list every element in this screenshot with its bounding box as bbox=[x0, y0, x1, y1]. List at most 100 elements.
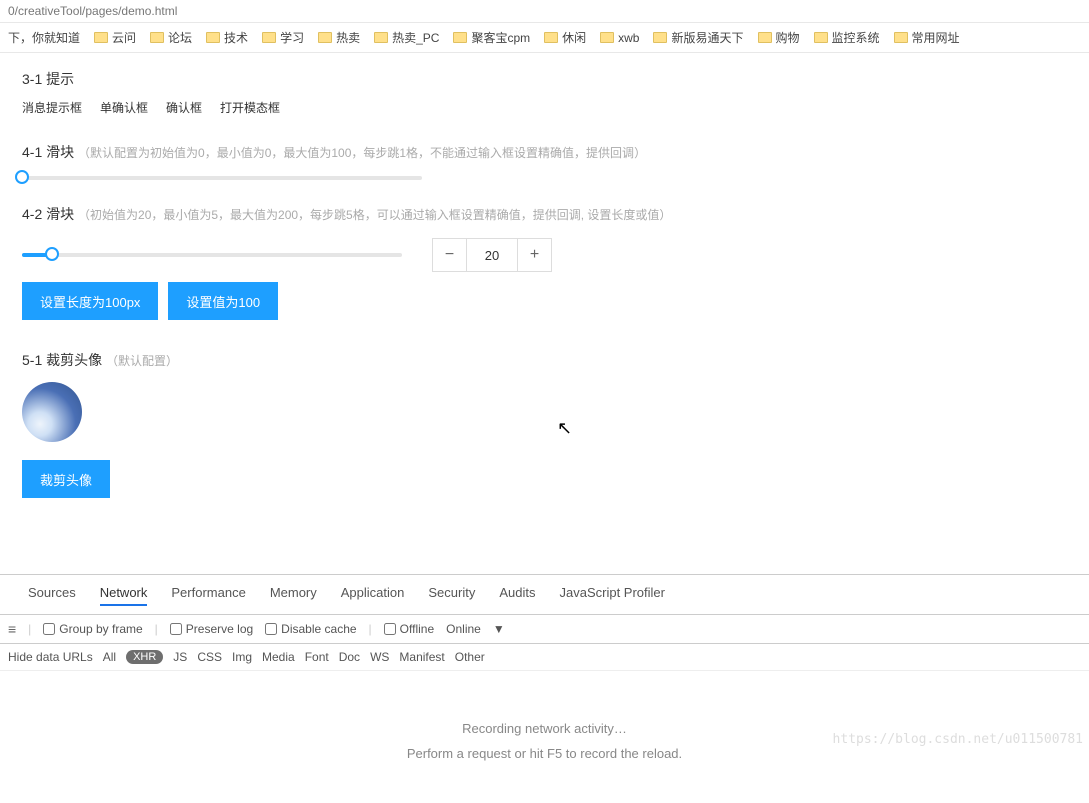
devtools-tab-application[interactable]: Application bbox=[341, 585, 405, 606]
folder-icon bbox=[453, 32, 467, 43]
bookmark-label: 热卖 bbox=[336, 29, 360, 46]
group-by-frame-checkbox[interactable]: Group by frame bbox=[43, 622, 142, 636]
folder-icon bbox=[374, 32, 388, 43]
bookmark-item[interactable]: 热卖 bbox=[318, 29, 360, 46]
devtools-tab-security[interactable]: Security bbox=[428, 585, 475, 606]
devtools-tab-sources[interactable]: Sources bbox=[28, 585, 76, 606]
offline-checkbox[interactable]: Offline bbox=[384, 622, 434, 636]
folder-icon bbox=[94, 32, 108, 43]
bookmark-label: 聚客宝cpm bbox=[471, 29, 530, 46]
title-sub: （默认配置为初始值为0，最小值为0，最大值为100，每步跳1格，不能通过输入框设… bbox=[78, 146, 646, 160]
folder-icon bbox=[894, 32, 908, 43]
avatar-preview bbox=[22, 382, 82, 442]
folder-icon bbox=[814, 32, 828, 43]
bookmark-label: 云问 bbox=[112, 29, 136, 46]
bookmark-item[interactable]: 云问 bbox=[94, 29, 136, 46]
online-select[interactable]: Online bbox=[446, 622, 481, 636]
crop-avatar-button[interactable]: 裁剪头像 bbox=[22, 460, 110, 498]
filter-ws[interactable]: WS bbox=[370, 650, 389, 664]
filter-manifest[interactable]: Manifest bbox=[399, 650, 444, 664]
section-3-1-title: 3-1 提示 bbox=[22, 69, 1067, 89]
devtools-tab-memory[interactable]: Memory bbox=[270, 585, 317, 606]
watermark-text: https://blog.csdn.net/u011500781 bbox=[833, 732, 1083, 747]
folder-icon bbox=[758, 32, 772, 43]
step-plus-button[interactable]: + bbox=[517, 239, 551, 271]
demo-links: 消息提示框 单确认框 确认框 打开模态框 bbox=[22, 99, 1067, 116]
bookmark-item[interactable]: 学习 bbox=[262, 29, 304, 46]
bookmark-item[interactable]: 聚客宝cpm bbox=[453, 29, 530, 46]
folder-icon bbox=[544, 32, 558, 43]
folder-icon bbox=[150, 32, 164, 43]
step-value[interactable]: 20 bbox=[467, 248, 517, 263]
bookmark-label: 常用网址 bbox=[912, 29, 960, 46]
address-bar[interactable]: 0/creativeTool/pages/demo.html bbox=[0, 0, 1089, 23]
folder-icon bbox=[262, 32, 276, 43]
bookmark-item[interactable]: 技术 bbox=[206, 29, 248, 46]
step-minus-button[interactable]: − bbox=[433, 239, 467, 271]
title-sub: （初始值为20，最小值为5，最大值为200，每步跳5格，可以通过输入框设置精确值… bbox=[78, 208, 671, 222]
bookmark-item[interactable]: 常用网址 bbox=[894, 29, 960, 46]
folder-icon bbox=[653, 32, 667, 43]
bookmark-item[interactable]: xwb bbox=[600, 31, 639, 45]
bookmark-label: xwb bbox=[618, 31, 639, 45]
bookmark-label: 监控系统 bbox=[832, 29, 880, 46]
hint-text: Perform a request or hit F5 to record th… bbox=[0, 746, 1089, 761]
bookmark-label: 热卖_PC bbox=[392, 29, 439, 46]
bookmark-label: 下，你就知道 bbox=[8, 29, 80, 46]
filter-js[interactable]: JS bbox=[173, 650, 187, 664]
bookmark-label: 技术 bbox=[224, 29, 248, 46]
preserve-log-checkbox[interactable]: Preserve log bbox=[170, 622, 253, 636]
bookmark-label: 论坛 bbox=[168, 29, 192, 46]
bookmark-item[interactable]: 新版易通天下 bbox=[653, 29, 743, 46]
title-sub: （默认配置） bbox=[106, 354, 178, 368]
filter-icon[interactable]: ≡ bbox=[8, 621, 16, 637]
devtools-tab-network[interactable]: Network bbox=[100, 585, 148, 606]
section-4-2-title: 4-2 滑块 （初始值为20，最小值为5，最大值为200，每步跳5格，可以通过输… bbox=[22, 204, 1067, 224]
bookmark-item[interactable]: 热卖_PC bbox=[374, 29, 439, 46]
filter-other[interactable]: Other bbox=[455, 650, 485, 664]
folder-icon bbox=[206, 32, 220, 43]
dropdown-icon[interactable]: ▼ bbox=[493, 622, 505, 636]
folder-icon bbox=[600, 32, 614, 43]
bookmark-item[interactable]: 监控系统 bbox=[814, 29, 880, 46]
demo-link[interactable]: 消息提示框 bbox=[22, 99, 82, 116]
folder-icon bbox=[318, 32, 332, 43]
demo-link[interactable]: 确认框 bbox=[166, 99, 202, 116]
bookmark-item[interactable]: 休闲 bbox=[544, 29, 586, 46]
filter-all[interactable]: All bbox=[103, 650, 116, 664]
title-text: 4-2 滑块 bbox=[22, 206, 74, 222]
devtools-panel: Sources Network Performance Memory Applicati… bbox=[0, 574, 1089, 761]
section-4-1-title: 4-1 滑块 （默认配置为初始值为0，最小值为0，最大值为100，每步跳1格，不… bbox=[22, 142, 1067, 162]
slider-4-1[interactable] bbox=[22, 176, 1067, 180]
disable-cache-checkbox[interactable]: Disable cache bbox=[265, 622, 356, 636]
demo-link[interactable]: 打开模态框 bbox=[220, 99, 280, 116]
filter-css[interactable]: CSS bbox=[197, 650, 222, 664]
devtools-toolbar: ≡ | Group by frame | Preserve log Disabl… bbox=[0, 615, 1089, 644]
demo-link[interactable]: 单确认框 bbox=[100, 99, 148, 116]
devtools-filter-row: Hide data URLs All XHR JS CSS Img Media Font… bbox=[0, 644, 1089, 671]
slider-4-2[interactable] bbox=[22, 253, 402, 257]
bookmark-item[interactable]: 购物 bbox=[758, 29, 800, 46]
bookmark-label: 学习 bbox=[280, 29, 304, 46]
set-length-button[interactable]: 设置长度为100px bbox=[22, 282, 158, 320]
devtools-tab-javascript-profiler[interactable]: JavaScript Profiler bbox=[559, 585, 664, 606]
filter-img[interactable]: Img bbox=[232, 650, 252, 664]
section-5-1-title: 5-1 裁剪头像 （默认配置） bbox=[22, 350, 1067, 370]
filter-xhr[interactable]: XHR bbox=[126, 650, 163, 664]
set-value-button[interactable]: 设置值为100 bbox=[168, 282, 278, 320]
devtools-tabs: Sources Network Performance Memory Applicati… bbox=[0, 575, 1089, 615]
filter-font[interactable]: Font bbox=[305, 650, 329, 664]
filter-doc[interactable]: Doc bbox=[339, 650, 360, 664]
devtools-tab-audits[interactable]: Audits bbox=[499, 585, 535, 606]
bookmarks-bar: 下，你就知道 云问 论坛 技术 学习 热卖 热卖_PC 聚客宝cpm 休闲 xwb 新版易通天下 购物… bbox=[0, 23, 1089, 53]
bookmark-label: 购物 bbox=[776, 29, 800, 46]
slider-thumb[interactable] bbox=[45, 247, 59, 261]
bookmark-item[interactable]: 论坛 bbox=[150, 29, 192, 46]
devtools-tab-performance[interactable]: Performance bbox=[171, 585, 245, 606]
slider-thumb[interactable] bbox=[15, 170, 29, 184]
bookmark-item[interactable]: 下，你就知道 bbox=[8, 29, 80, 46]
hide-data-urls[interactable]: Hide data URLs bbox=[8, 650, 93, 664]
title-text: 5-1 裁剪头像 bbox=[22, 352, 102, 368]
filter-media[interactable]: Media bbox=[262, 650, 295, 664]
value-stepper: − 20 + bbox=[432, 238, 552, 272]
